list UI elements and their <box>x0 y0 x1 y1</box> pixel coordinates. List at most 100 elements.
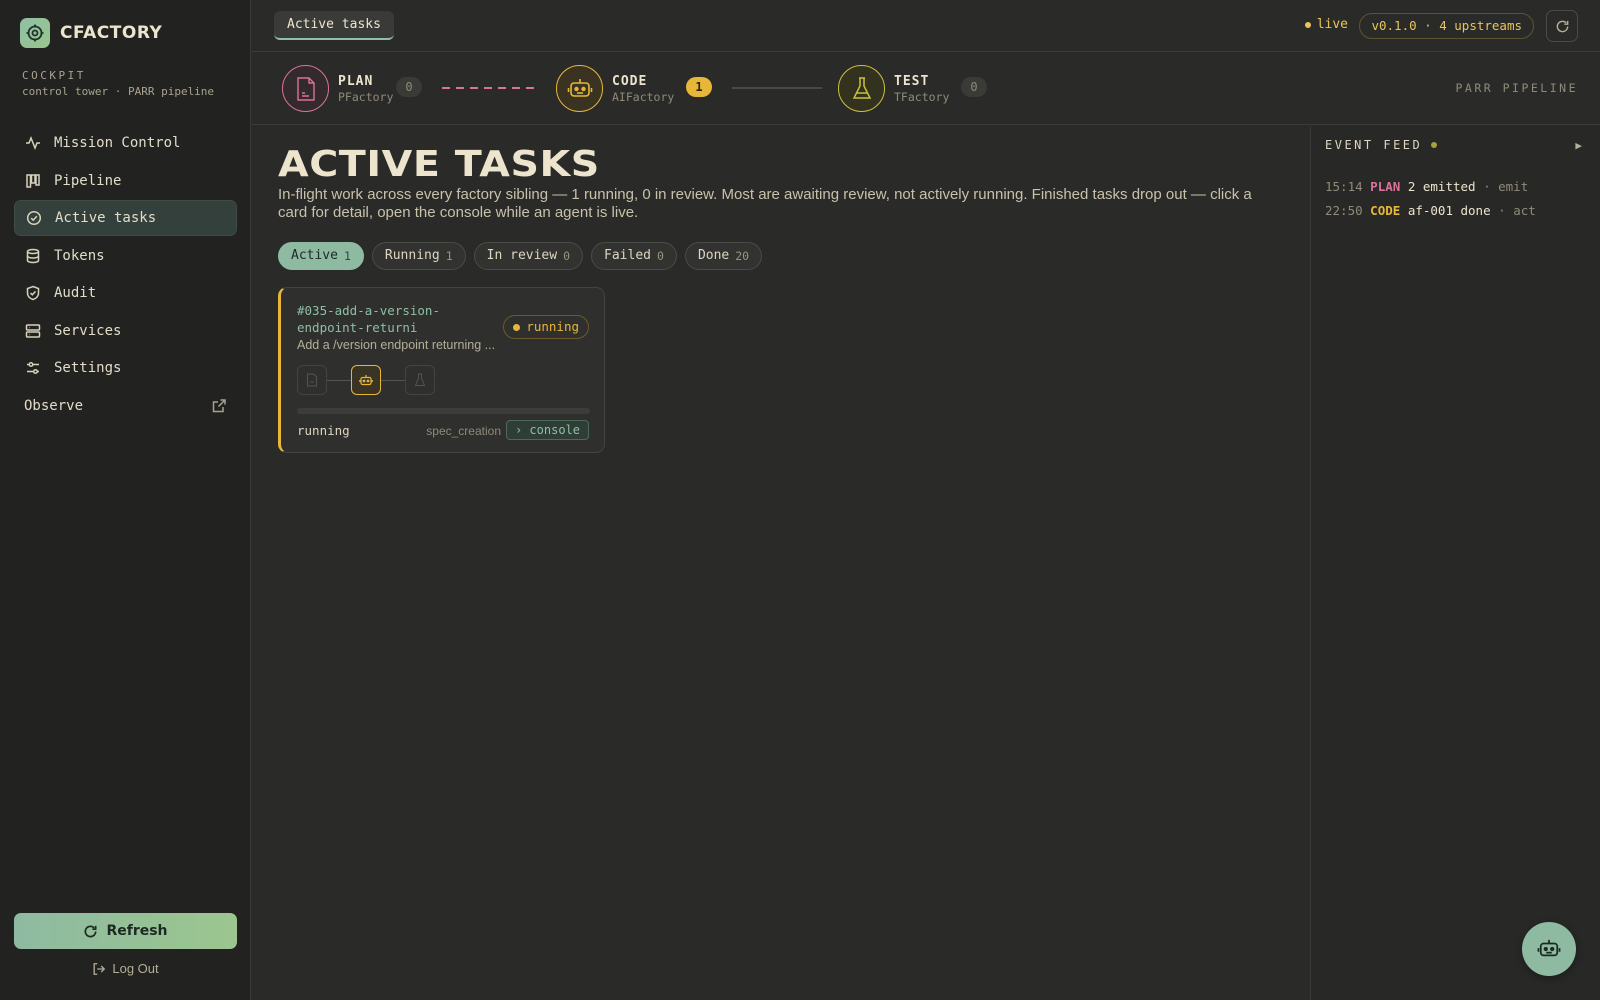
event-feed: EVENT FEED ▶ 15:14 PLAN 2 emitted · emit… <box>1310 126 1600 1000</box>
sidebar-item-label: Pipeline <box>54 172 122 189</box>
kanban-icon <box>26 173 40 188</box>
sliders-icon <box>27 361 39 375</box>
sidebar-item-settings[interactable]: Settings <box>14 350 237 386</box>
event-row[interactable]: 15:14 PLAN 2 emitted · emit <box>1325 175 1536 199</box>
server-icon <box>25 323 41 338</box>
document-icon <box>297 365 327 395</box>
sidebar-nav: Mission Control Pipeline Active tasks To… <box>14 125 237 425</box>
brand-name: CFACTORY <box>60 23 163 43</box>
check-circle-icon <box>26 210 42 226</box>
filter-running[interactable]: Running 1 <box>371 242 466 270</box>
brand[interactable]: CFACTORY <box>20 18 162 48</box>
stage-name: PLAN <box>338 73 374 89</box>
shield-check-icon <box>26 285 40 301</box>
event-feed-title: EVENT FEED <box>1325 138 1423 152</box>
filter-active[interactable]: Active 1 <box>278 242 364 270</box>
stage-plan[interactable]: PLAN PFactory <box>282 65 393 112</box>
stage-test[interactable]: TEST TFactory <box>838 65 949 112</box>
filter-label: In review <box>486 248 558 263</box>
filter-count: 1 <box>343 249 351 263</box>
robot-icon <box>556 65 603 112</box>
refresh-label: Refresh <box>106 923 168 939</box>
task-progress-bar <box>297 408 590 414</box>
status-label: running <box>526 319 579 334</box>
sidebar-item-label: Services <box>54 322 122 339</box>
sidebar-item-label: Mission Control <box>54 135 181 151</box>
reload-button[interactable] <box>1546 10 1578 42</box>
stage-count: 0 <box>961 77 987 97</box>
track-connector <box>381 379 405 381</box>
stage-name: CODE <box>612 73 648 89</box>
stage-factory: AIFactory <box>612 89 675 104</box>
flask-icon <box>838 65 885 112</box>
robot-icon <box>1537 939 1561 957</box>
target-icon <box>20 18 50 48</box>
event-stage: CODE <box>1370 203 1401 218</box>
sidebar-item-tokens[interactable]: Tokens <box>14 238 237 274</box>
cockpit-info: COCKPIT control tower · PARR pipeline <box>22 69 222 99</box>
event-row[interactable]: 22:50 CODE af-001 done · act <box>1325 199 1536 223</box>
stage-count: 0 <box>396 77 422 97</box>
sidebar-item-observe[interactable]: Observe <box>14 388 237 424</box>
console-button[interactable]: › console <box>505 420 589 440</box>
tab-active-tasks[interactable]: Active tasks <box>274 11 394 40</box>
stage-factory: PFactory <box>338 89 394 104</box>
task-status: running <box>297 423 350 438</box>
live-indicator: live <box>1304 17 1348 32</box>
filter-in-review[interactable]: In review 0 <box>473 242 584 270</box>
task-phase: spec_creation <box>426 424 501 438</box>
filter-label: Active <box>291 248 338 263</box>
version-badge: v0.1.0 · 4 upstreams <box>1359 13 1534 39</box>
event-time: 15:14 <box>1325 179 1363 194</box>
event-meta: · act <box>1498 203 1536 218</box>
sidebar-item-active-tasks[interactable]: Active tasks <box>14 200 237 236</box>
pipeline-label: PARR PIPELINE <box>1455 81 1578 95</box>
database-icon <box>26 248 40 263</box>
event-value: 2 emitted <box>1407 179 1476 194</box>
feed-status-dot-icon <box>1431 142 1438 148</box>
sidebar-item-label: Tokens <box>54 247 105 264</box>
sidebar-item-label: Observe <box>24 397 84 414</box>
event-list: 15:14 PLAN 2 emitted · emit 22:50 CODE a… <box>1325 175 1536 223</box>
filter-count: 0 <box>657 249 664 263</box>
assistant-button[interactable] <box>1522 922 1576 976</box>
top-bar: Active tasks live v0.1.0 · 4 upstreams <box>252 0 1600 52</box>
activity-icon <box>26 135 40 151</box>
task-description: Add a /version endpoint returning ... <box>297 338 496 352</box>
cockpit-subtitle: control tower · PARR pipeline <box>22 85 215 98</box>
filter-count: 0 <box>563 249 571 263</box>
cockpit-title: COCKPIT <box>22 69 86 82</box>
sidebar-item-mission-control[interactable]: Mission Control <box>14 125 237 161</box>
logout-link[interactable]: Log Out <box>0 961 251 976</box>
filter-count: 20 <box>735 249 750 263</box>
task-title: #035-add-a-version-endpoint-returni <box>297 303 440 335</box>
filter-failed[interactable]: Failed 0 <box>591 242 677 270</box>
filter-bar: Active 1 Running 1 In review 0 Failed 0 Done… <box>278 242 763 270</box>
event-stage: PLAN <box>1370 179 1401 194</box>
logout-label: Log Out <box>112 961 159 976</box>
document-icon <box>282 65 329 112</box>
status-badge: running <box>503 315 589 339</box>
filter-done[interactable]: Done 20 <box>684 242 763 270</box>
task-card[interactable]: #035-add-a-version-endpoint-returni Add … <box>278 287 605 453</box>
sidebar-item-label: Audit <box>54 285 97 301</box>
sidebar-item-audit[interactable]: Audit <box>14 275 237 311</box>
filter-label: Done <box>697 248 730 263</box>
sidebar-item-services[interactable]: Services <box>14 313 237 349</box>
page-description: In-flight work across every factory sibl… <box>278 186 1252 221</box>
refresh-button[interactable]: Refresh <box>14 913 237 949</box>
logout-icon <box>93 962 106 975</box>
stage-code[interactable]: CODE AIFactory <box>556 65 674 112</box>
filter-label: Failed <box>604 248 651 263</box>
stage-count: 1 <box>686 77 712 97</box>
external-link-icon <box>212 398 226 412</box>
collapse-feed-button[interactable]: ▶ <box>1575 139 1582 152</box>
refresh-icon <box>1556 20 1568 32</box>
sidebar-item-label: Active tasks <box>55 210 157 226</box>
filter-label: Running <box>384 248 440 263</box>
page-title: ACTIVE TASKS <box>278 144 600 185</box>
event-value: af-001 done <box>1407 203 1491 218</box>
flask-icon <box>405 365 435 395</box>
sidebar-item-pipeline[interactable]: Pipeline <box>14 163 237 199</box>
sidebar-item-label: Settings <box>54 360 122 376</box>
